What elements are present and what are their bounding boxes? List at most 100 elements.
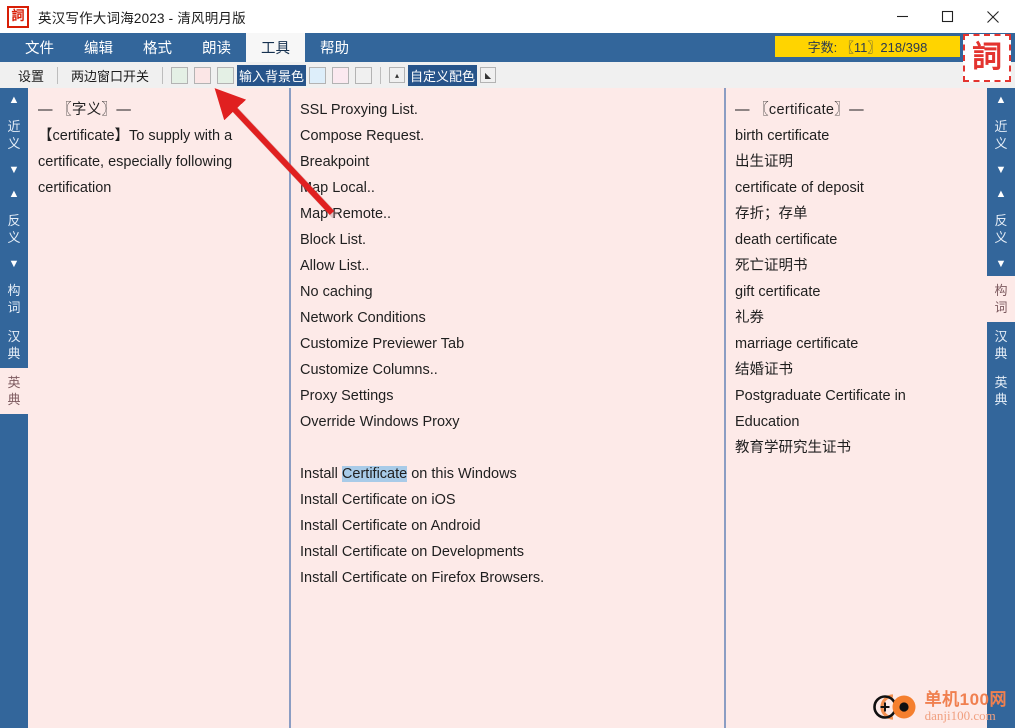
phrase-line[interactable]: 死亡证明书 bbox=[735, 253, 981, 279]
sidebar-item-label: 义 bbox=[7, 230, 21, 245]
color-swatch-b-1[interactable] bbox=[332, 66, 350, 84]
sidebar-item-label: 词 bbox=[994, 300, 1008, 315]
sidebar-item-synonym[interactable]: 近义 bbox=[987, 112, 1015, 158]
phrases-panel: — 〖certificate〗— birth certificate 出生证明 ce… bbox=[728, 88, 987, 728]
sidebar-item-antonym[interactable]: 反义 bbox=[0, 206, 28, 252]
sidebar-item-scroll-up-antonym[interactable]: ▲ bbox=[987, 182, 1015, 206]
sidebar-item-english-dictionary[interactable]: 英典 bbox=[0, 368, 28, 414]
sidebar-item-synonym[interactable]: 近义 bbox=[0, 112, 28, 158]
color-swatch-b-0[interactable] bbox=[309, 66, 327, 84]
color-swatch-a-2[interactable] bbox=[217, 66, 235, 84]
editor-line[interactable]: Block List. bbox=[300, 227, 708, 253]
app-icon: 詞 bbox=[7, 5, 29, 28]
sidebar-item-label: 构 bbox=[7, 283, 21, 298]
sidebar-item-scroll-down-antonym[interactable]: ▼ bbox=[0, 252, 28, 276]
definition-panel: — 〖字义〗— 【certificate】To supply with a ce… bbox=[28, 88, 279, 728]
sidebar-item-word-formation[interactable]: 构词 bbox=[987, 276, 1015, 322]
sidebar-item-label: 典 bbox=[7, 392, 21, 407]
editor-line[interactable]: Map Remote.. bbox=[300, 201, 708, 227]
editor-line[interactable]: Install Certificate on Android bbox=[300, 513, 708, 539]
minimize-icon[interactable] bbox=[880, 0, 925, 33]
chevron-up-icon[interactable]: ▴ bbox=[389, 67, 406, 83]
close-icon[interactable] bbox=[970, 0, 1015, 33]
window-title: 英汉写作大词海2023 - 清风明月版 bbox=[38, 10, 246, 26]
sidebar-item-antonym[interactable]: 反义 bbox=[987, 206, 1015, 252]
sidebar-item-scroll-down-synonym[interactable]: ▼ bbox=[987, 158, 1015, 182]
editor-line[interactable]: Install Certificate on Developments bbox=[300, 539, 708, 565]
phrase-line[interactable]: 教育学研究生证书 bbox=[735, 435, 981, 461]
toolbar-separator bbox=[380, 66, 382, 84]
phrase-line[interactable]: 礼券 bbox=[735, 305, 981, 331]
phrase-line[interactable]: death certificate bbox=[735, 227, 981, 253]
color-swatch-a-0[interactable] bbox=[171, 66, 189, 84]
sidebar-item-scroll-up-antonym[interactable]: ▲ bbox=[0, 182, 28, 206]
editor-line[interactable]: No caching bbox=[300, 279, 708, 305]
phrase-line[interactable]: 出生证明 bbox=[735, 149, 981, 175]
sidebar-item-label: 近 bbox=[994, 119, 1008, 134]
left-sidebar: ▲ 近义 ▼ ▲ 反义 ▼ 构词汉典英典 bbox=[0, 88, 28, 728]
phrase-line[interactable]: Postgraduate Certificate in bbox=[735, 383, 981, 409]
editor-line[interactable]: Install Certificate on iOS bbox=[300, 487, 708, 513]
resize-grip-icon[interactable]: ◣ bbox=[480, 67, 497, 83]
sidebar-item-label: 义 bbox=[994, 136, 1008, 151]
editor-line[interactable]: Map Local.. bbox=[300, 175, 708, 201]
panel-divider-right bbox=[724, 88, 726, 728]
sidebar-item-english-dictionary[interactable]: 英典 bbox=[987, 368, 1015, 414]
menu-item-2[interactable]: 格式 bbox=[128, 33, 187, 62]
editor-line[interactable]: Network Conditions bbox=[300, 305, 708, 331]
seal-logo-icon: 詞 bbox=[963, 34, 1011, 82]
phrase-line[interactable]: 存折；存单 bbox=[735, 201, 981, 227]
sidebar-item-label: 典 bbox=[994, 346, 1008, 361]
sidebar-item-scroll-down-antonym[interactable]: ▼ bbox=[987, 252, 1015, 276]
menu-item-1[interactable]: 编辑 bbox=[69, 33, 128, 62]
editor-blank-line[interactable] bbox=[300, 435, 708, 461]
phrase-line[interactable]: gift certificate bbox=[735, 279, 981, 305]
editor-line[interactable]: Allow List.. bbox=[300, 253, 708, 279]
menu-item-0[interactable]: 文件 bbox=[10, 33, 69, 62]
settings-button[interactable]: 设置 bbox=[10, 66, 52, 85]
watermark-text: 单机100网 danji100.com bbox=[925, 691, 1007, 722]
editor-line[interactable]: Install Certificate on this Windows bbox=[300, 461, 708, 487]
input-background-color-button[interactable]: 输入背景色 bbox=[237, 64, 307, 86]
editor-line-text: on this Windows bbox=[407, 466, 517, 482]
sidebar-item-chinese-dictionary[interactable]: 汉典 bbox=[987, 322, 1015, 368]
phrase-line[interactable]: certificate of deposit bbox=[735, 175, 981, 201]
editor-line[interactable]: Breakpoint bbox=[300, 149, 708, 175]
editor-line[interactable]: Install Certificate on Firefox Browsers. bbox=[300, 565, 708, 591]
sidebar-item-scroll-up-synonym[interactable]: ▲ bbox=[987, 88, 1015, 112]
menu-item-4[interactable]: 工具 bbox=[246, 33, 305, 62]
sidebar-item-scroll-down-synonym[interactable]: ▼ bbox=[0, 158, 28, 182]
phrase-line[interactable]: 结婚证书 bbox=[735, 357, 981, 383]
sidebar-item-label: 义 bbox=[994, 230, 1008, 245]
editor-line[interactable]: Customize Columns.. bbox=[300, 357, 708, 383]
phrase-line[interactable]: Education bbox=[735, 409, 981, 435]
maximize-icon[interactable] bbox=[925, 0, 970, 33]
phrase-line[interactable]: birth certificate bbox=[735, 123, 981, 149]
dual-window-toggle[interactable]: 两边窗口开关 bbox=[63, 66, 157, 85]
sidebar-item-word-formation[interactable]: 构词 bbox=[0, 276, 28, 322]
sidebar-item-label: 反 bbox=[994, 213, 1008, 228]
editor-line[interactable]: Customize Previewer Tab bbox=[300, 331, 708, 357]
custom-color-scheme-button[interactable]: 自定义配色 bbox=[408, 64, 478, 86]
menu-item-5[interactable]: 帮助 bbox=[305, 33, 364, 62]
editor-line[interactable]: SSL Proxying List. bbox=[300, 97, 708, 123]
color-swatch-a-1[interactable] bbox=[194, 66, 212, 84]
application-window: 詞 英汉写作大词海2023 - 清风明月版 文件 编辑 格式 朗读 工具 帮助 字数: 〖… bbox=[0, 0, 1015, 728]
panel-divider-left bbox=[289, 88, 291, 728]
sidebar-item-scroll-up-synonym[interactable]: ▲ bbox=[0, 88, 28, 112]
swatch-group-2 bbox=[306, 66, 375, 84]
sidebar-filler bbox=[987, 414, 1015, 728]
editor-line[interactable]: Proxy Settings bbox=[300, 383, 708, 409]
sidebar-item-label: 近 bbox=[7, 119, 21, 134]
sidebar-item-chinese-dictionary[interactable]: 汉典 bbox=[0, 322, 28, 368]
selected-text[interactable]: Certificate bbox=[341, 466, 408, 482]
editor-panel[interactable]: SSL Proxying List. Compose Request. Breakp… bbox=[292, 88, 716, 728]
editor-line[interactable]: Override Windows Proxy bbox=[300, 409, 708, 435]
phrases-heading: — 〖certificate〗— bbox=[735, 102, 864, 118]
toolbar-separator bbox=[162, 66, 164, 84]
color-swatch-b-2[interactable] bbox=[355, 66, 373, 84]
editor-line[interactable]: Compose Request. bbox=[300, 123, 708, 149]
editor-line-text: Install bbox=[300, 466, 342, 482]
phrase-line[interactable]: marriage certificate bbox=[735, 331, 981, 357]
menu-item-3[interactable]: 朗读 bbox=[187, 33, 246, 62]
